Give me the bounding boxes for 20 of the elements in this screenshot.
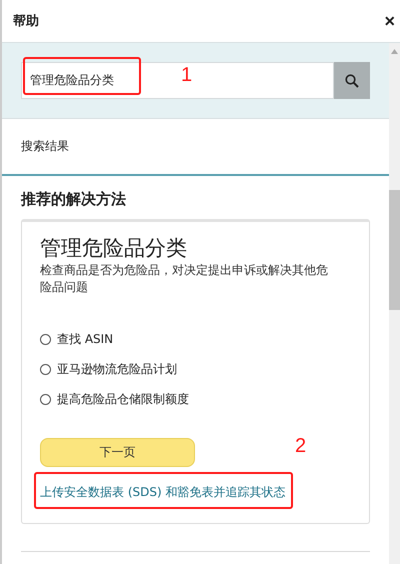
upload-link[interactable]: 上传安全数据表 (SDS) 和豁免表并追踪其状态 bbox=[40, 485, 286, 499]
results-label: 搜索结果 bbox=[21, 138, 69, 155]
option-label[interactable]: 亚马逊物流危险品计划 bbox=[57, 361, 177, 378]
radio-button[interactable] bbox=[40, 334, 51, 345]
radio-button[interactable] bbox=[40, 394, 51, 405]
annotation-number: 2 bbox=[295, 435, 306, 458]
section-title: 推荐的解决方法 bbox=[20, 189, 127, 210]
scrollbar[interactable] bbox=[389, 43, 400, 564]
card-description: 检查商品是否为危险品，对决定提出申诉或解决其他危险品问题 bbox=[40, 262, 329, 296]
option-label[interactable]: 查找 ASIN bbox=[57, 331, 114, 348]
search-icon bbox=[345, 74, 359, 88]
close-button[interactable]: × bbox=[378, 10, 400, 32]
scrollbar-thumb[interactable] bbox=[389, 190, 400, 310]
radio-button[interactable] bbox=[40, 364, 51, 375]
next-button[interactable]: 下一页 bbox=[40, 438, 195, 467]
option-label[interactable]: 提高危险品仓储限制额度 bbox=[57, 391, 189, 408]
panel-title: 帮助 bbox=[13, 13, 39, 30]
annotation-number: 1 bbox=[181, 64, 192, 87]
card-title: 管理危险品分类 bbox=[40, 235, 188, 262]
search-button[interactable] bbox=[334, 62, 370, 99]
